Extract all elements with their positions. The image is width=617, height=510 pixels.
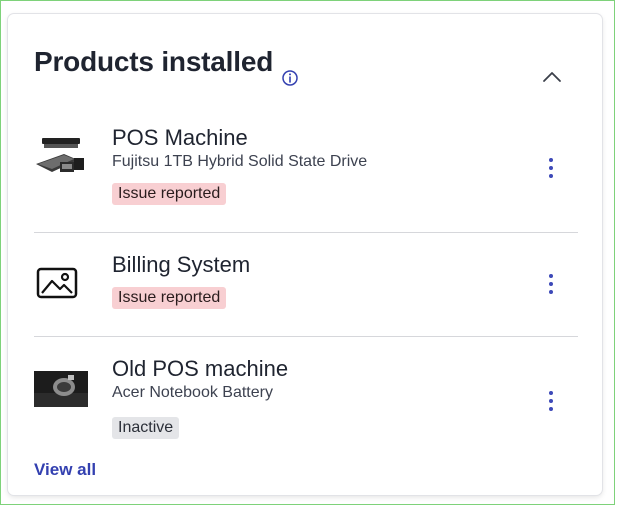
status-badge: Inactive <box>112 417 180 439</box>
chevron-up-icon[interactable] <box>540 68 564 86</box>
more-vertical-icon[interactable] <box>545 158 557 180</box>
product-subtitle: Acer Notebook Battery <box>112 384 273 401</box>
product-name: Billing System <box>112 252 251 277</box>
product-name: POS Machine <box>112 125 248 150</box>
info-icon[interactable] <box>281 69 299 87</box>
product-name: Old POS machine <box>112 356 289 381</box>
product-row-pos-machine[interactable]: POS Machine Fujitsu 1TB Hybrid Solid Sta… <box>34 110 578 233</box>
product-row-old-pos-machine[interactable]: Old POS machine Acer Notebook Battery In… <box>34 337 578 452</box>
status-badge: Issue reported <box>112 287 227 309</box>
product-subtitle: Fujitsu 1TB Hybrid Solid State Drive <box>112 153 368 170</box>
products-installed-card: Products installed POS Machine Fujitsu 1… <box>8 14 602 495</box>
more-vertical-icon[interactable] <box>545 391 557 413</box>
card-title: Products installed <box>34 46 274 77</box>
product-row-billing-system[interactable]: Billing System Issue reported <box>34 233 578 337</box>
more-vertical-icon[interactable] <box>545 274 557 296</box>
battery-thumbnail <box>34 371 88 407</box>
image-placeholder-icon <box>36 267 78 299</box>
pos-machine-thumbnail <box>36 138 84 172</box>
view-all-link[interactable]: View all <box>34 460 96 480</box>
status-badge: Issue reported <box>112 183 227 205</box>
